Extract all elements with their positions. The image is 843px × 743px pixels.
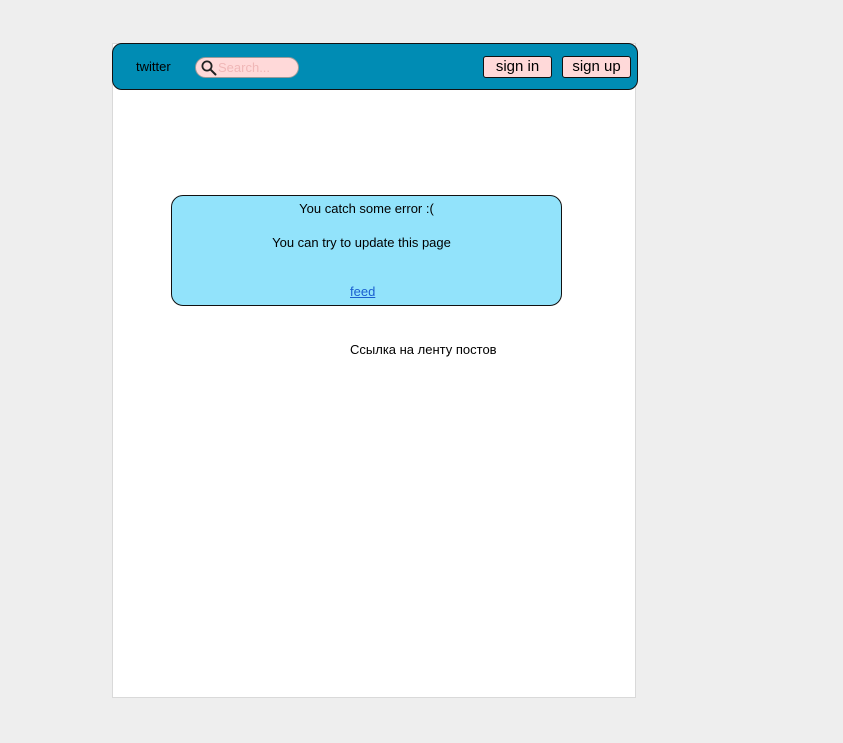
- error-title: You catch some error :(: [299, 201, 434, 216]
- feed-link[interactable]: feed: [350, 284, 375, 299]
- sign-in-button[interactable]: sign in: [483, 56, 552, 78]
- feed-link-caption: Ссылка на ленту постов: [350, 342, 497, 357]
- search-icon: [201, 60, 217, 76]
- error-message: You can try to update this page: [272, 235, 451, 250]
- search-box[interactable]: [195, 57, 299, 78]
- error-message-box: You catch some error :( You can try to u…: [171, 195, 562, 306]
- page-content: [112, 43, 636, 698]
- search-input[interactable]: [218, 60, 294, 75]
- navbar: twitter sign in sign up: [112, 43, 638, 90]
- brand-logo[interactable]: twitter: [136, 59, 171, 74]
- sign-up-button[interactable]: sign up: [562, 56, 631, 78]
